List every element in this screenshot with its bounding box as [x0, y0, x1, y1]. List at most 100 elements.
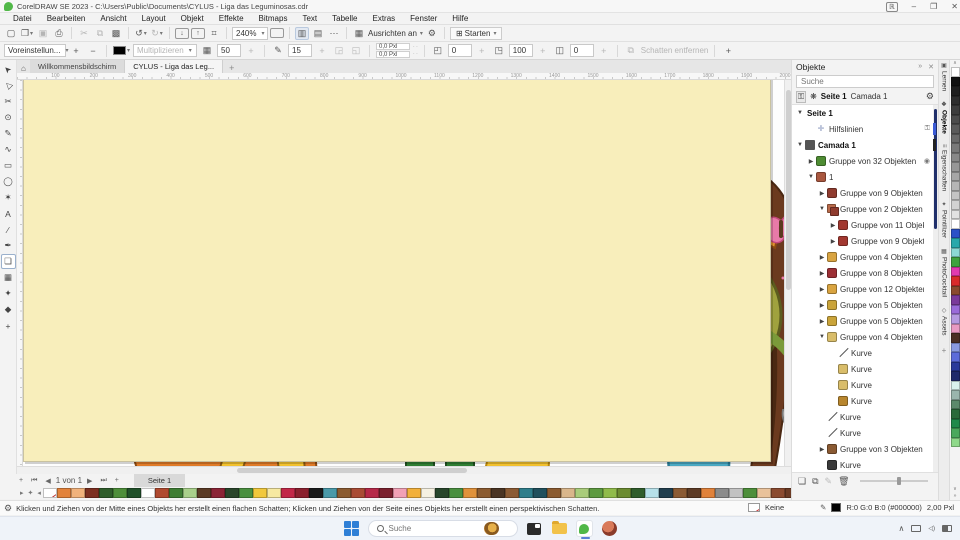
color-swatch[interactable]	[951, 77, 960, 87]
eye-icon[interactable]: ◉	[924, 157, 930, 165]
pick-tool[interactable]: ➤	[1, 62, 16, 77]
color-swatch[interactable]	[951, 381, 960, 391]
publish-pdf-button[interactable]: ⌗	[207, 27, 221, 40]
color-swatch[interactable]	[85, 488, 99, 498]
polygon-tool[interactable]: ✶	[1, 190, 16, 205]
menu-hilfe[interactable]: Hilfe	[445, 13, 475, 25]
stretch-field[interactable]: 0	[570, 44, 594, 57]
tree-row-4[interactable]: ▼1	[792, 169, 938, 185]
color-swatch[interactable]	[113, 488, 127, 498]
color-swatch[interactable]	[547, 488, 561, 498]
feather-direction-button[interactable]: ◲	[332, 44, 346, 57]
color-swatch[interactable]	[561, 488, 575, 498]
color-swatch[interactable]	[323, 488, 337, 498]
shape-tool[interactable]: ▷	[1, 78, 16, 93]
task-view-button[interactable]	[526, 520, 543, 537]
docker-tab-objekte[interactable]: ❖Objekte	[941, 101, 948, 134]
expand-arrow-icon[interactable]: ▶	[818, 286, 826, 293]
color-swatch[interactable]	[365, 488, 379, 498]
cut-button[interactable]: ✂	[77, 27, 91, 40]
remove-shadow-button[interactable]: Schatten entfernen	[641, 46, 709, 55]
no-color-swatch[interactable]	[43, 488, 57, 498]
mesh-fill-tool[interactable]: ▦	[1, 270, 16, 285]
dimension-tool[interactable]: ∕	[1, 222, 16, 237]
docker-tab-eigenschaften[interactable]: ≡Eigenschaften	[941, 144, 948, 191]
color-swatch[interactable]	[127, 488, 141, 498]
paste-button[interactable]: ▩	[109, 27, 123, 40]
close-button[interactable]: ✕	[951, 2, 958, 11]
options-gear-button[interactable]: ⚙	[425, 27, 439, 40]
save-button[interactable]: ▣	[36, 27, 50, 40]
tree-row-13[interactable]: ▶Gruppe von 5 Objekten	[792, 313, 938, 329]
color-swatch[interactable]	[715, 488, 729, 498]
docker-collapse-button[interactable]: »	[918, 63, 922, 71]
color-swatch[interactable]	[435, 488, 449, 498]
color-swatch[interactable]	[239, 488, 253, 498]
color-swatch[interactable]	[951, 105, 960, 115]
more-tools[interactable]: +	[1, 318, 16, 333]
feather-edge-button[interactable]: ◱	[349, 44, 363, 57]
color-swatch[interactable]	[491, 488, 505, 498]
color-swatch[interactable]	[951, 390, 960, 400]
color-swatch[interactable]	[951, 409, 960, 419]
rpalette-scroll-down[interactable]: ∨	[953, 486, 957, 493]
rpalette-expand[interactable]: »	[954, 493, 957, 500]
color-swatch[interactable]	[951, 200, 960, 210]
tree-row-15[interactable]: Kurve	[792, 345, 938, 361]
color-swatch[interactable]	[309, 488, 323, 498]
snap-options-button[interactable]: ⋯	[327, 27, 341, 40]
expand-arrow-icon[interactable]: ▼	[807, 174, 815, 180]
horizontal-scrollbar[interactable]	[17, 466, 791, 474]
document-tab-0[interactable]: Willkommensbildschirm	[30, 60, 125, 73]
expand-arrow-icon[interactable]: ▶	[807, 158, 815, 165]
color-swatch[interactable]	[951, 162, 960, 172]
color-swatch[interactable]	[757, 488, 771, 498]
remove-preset-button[interactable]: −	[86, 44, 100, 57]
tree-row-11[interactable]: ▶Gruppe von 12 Objekten	[792, 281, 938, 297]
color-swatch[interactable]	[951, 343, 960, 353]
taskbar-search[interactable]	[368, 520, 518, 537]
vertical-scrollbar[interactable]	[784, 80, 791, 466]
menu-objekt[interactable]: Objekt	[174, 13, 211, 25]
shadow-tool[interactable]: ❏	[1, 254, 16, 269]
lock-icon[interactable]: ⚿	[925, 125, 930, 133]
docker-search-input[interactable]	[801, 77, 929, 86]
color-swatch[interactable]	[951, 210, 960, 220]
new-master-layer-button[interactable]: ⧉	[812, 476, 818, 487]
opacity-stepper[interactable]: +	[244, 44, 258, 57]
color-swatch[interactable]	[575, 488, 589, 498]
import-button[interactable]: ↓	[175, 28, 189, 39]
start-button[interactable]	[343, 520, 360, 537]
merge-mode-combo[interactable]: Multiplizieren▾	[133, 44, 197, 57]
color-swatch[interactable]	[533, 488, 547, 498]
expand-arrow-icon[interactable]: ▼	[796, 110, 804, 116]
color-swatch[interactable]	[951, 305, 960, 315]
expand-arrow-icon[interactable]: ▼	[796, 142, 804, 148]
feather-field[interactable]: 15	[288, 44, 312, 57]
tree-row-12[interactable]: ▶Gruppe von 5 Objekten	[792, 297, 938, 313]
color-swatch[interactable]	[197, 488, 211, 498]
color-swatch[interactable]	[951, 276, 960, 286]
tree-row-2[interactable]: ▼Camada 1	[792, 137, 938, 153]
expand-arrow-icon[interactable]: ▶	[829, 222, 837, 229]
color-swatch[interactable]	[951, 172, 960, 182]
color-swatch[interactable]	[295, 488, 309, 498]
color-swatch[interactable]	[951, 333, 960, 343]
taskbar-search-input[interactable]	[389, 524, 479, 533]
expand-arrow-icon[interactable]: ▼	[818, 334, 826, 340]
menu-effekte[interactable]: Effekte	[212, 13, 251, 25]
speaker-tray-icon[interactable]: ◁)	[928, 525, 935, 532]
welcome-screen-button[interactable]: ▦	[352, 27, 366, 40]
color-swatch[interactable]	[421, 488, 435, 498]
palette-scroll-left[interactable]: ◂	[35, 489, 43, 497]
fade-stepper[interactable]: +	[475, 44, 489, 57]
tree-row-21[interactable]: ▶Gruppe von 3 Objekten	[792, 441, 938, 457]
opacity2-field[interactable]: 100	[509, 44, 533, 57]
color-swatch[interactable]	[407, 488, 421, 498]
search-highlight-thumbnail[interactable]	[484, 522, 499, 535]
fade-field[interactable]: 0	[448, 44, 472, 57]
color-swatch[interactable]	[477, 488, 491, 498]
color-swatch[interactable]	[951, 352, 960, 362]
show-grid-toggle[interactable]: ▤	[311, 27, 325, 40]
tree-row-1[interactable]: ✛Hilfslinien⚿	[792, 121, 938, 137]
